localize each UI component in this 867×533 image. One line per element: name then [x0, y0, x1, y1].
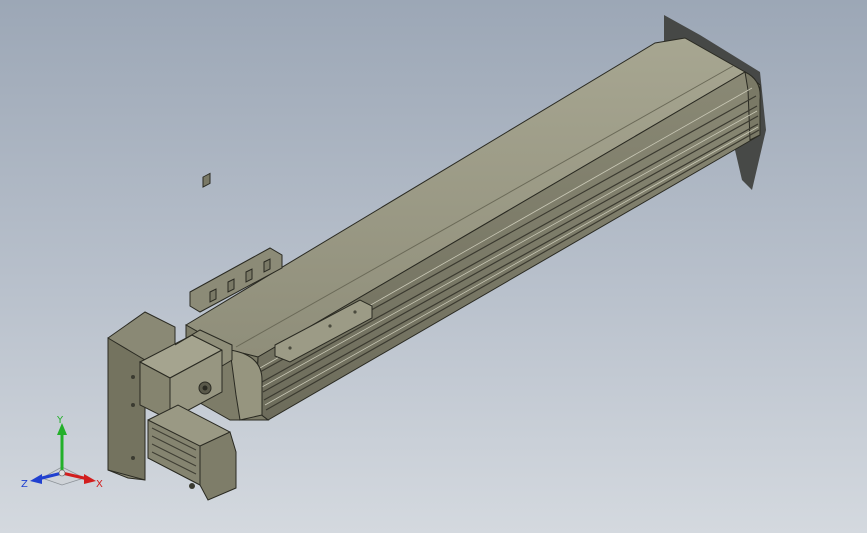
graphics-viewport[interactable]: Y X Z [0, 0, 867, 533]
y-axis-label: Y [56, 415, 64, 426]
motor-connector [189, 483, 195, 489]
linear-actuator-model[interactable] [0, 0, 867, 533]
x-axis-label: X [96, 479, 103, 490]
shaft-hole [202, 385, 208, 391]
x-axis-arrow [84, 474, 96, 484]
orientation-triad[interactable]: Y X Z [20, 415, 110, 500]
top-slot [235, 65, 734, 348]
z-axis-label: Z [21, 479, 28, 490]
motor-mount-front [107, 337, 146, 481]
rail-top-face [185, 37, 747, 358]
triad-origin [58, 469, 66, 477]
z-axis-arrow [30, 474, 42, 484]
